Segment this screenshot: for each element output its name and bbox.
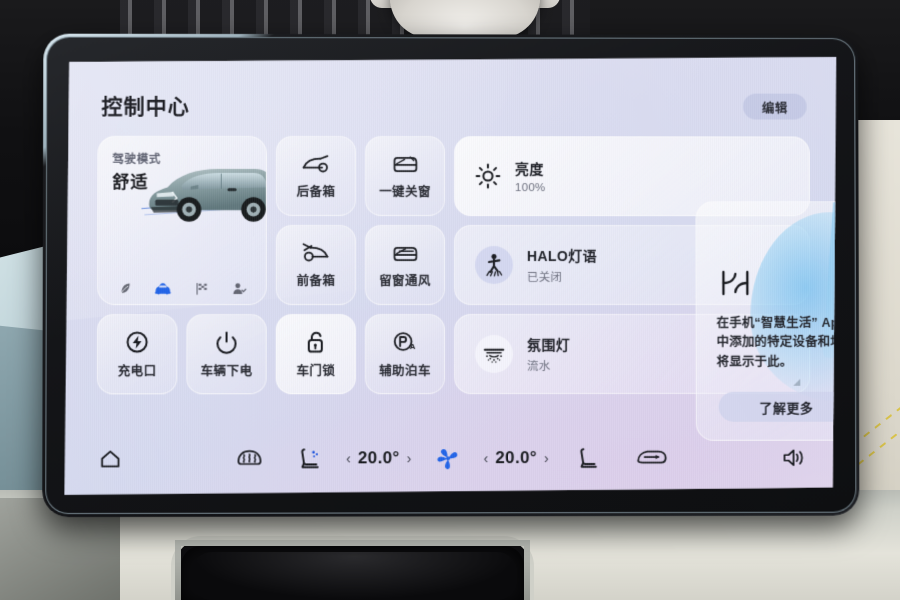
driving-mode-selector[interactable] [98, 281, 266, 296]
tile-power-off[interactable]: 车辆下电 [186, 314, 266, 394]
fan-icon[interactable] [435, 446, 459, 470]
driver-temperature-control[interactable]: ‹ 20.0° › [346, 448, 411, 468]
ambient-value: 流水 [527, 360, 551, 373]
tile-trunk[interactable]: 后备箱 [276, 136, 356, 216]
smart-life-description: 在手机“智慧生活” App 中添加的特定设备和场景将显示于此。 [716, 315, 838, 369]
frunk-icon [301, 241, 331, 263]
ambient-light-icon [482, 343, 506, 365]
smart-life-card[interactable]: 在手机“智慧生活” App 中添加的特定设备和场景将显示于此。 了解更多 [695, 201, 837, 441]
tile-label: 车辆下电 [200, 363, 253, 378]
tile-label: 车门锁 [296, 363, 336, 378]
comfort-car-icon[interactable] [155, 281, 172, 296]
tile-window-vent[interactable]: 留窗通风 [365, 225, 445, 305]
power-icon [214, 330, 238, 354]
tile-label: 辅助泊车 [379, 363, 431, 378]
halo-icon-background [475, 246, 513, 284]
learn-more-button[interactable]: 了解更多 [719, 392, 838, 422]
car-hero-image [141, 153, 267, 231]
window-vent-icon [391, 241, 419, 263]
driver-seat-climate-icon[interactable] [298, 446, 324, 470]
ambient-icon-background [475, 335, 513, 373]
smart-life-logo [718, 268, 752, 298]
home-icon[interactable] [99, 448, 122, 470]
unlock-icon [305, 330, 327, 354]
edit-button[interactable]: 编辑 [743, 94, 807, 120]
ambient-title: 氛围灯 [526, 336, 571, 353]
driver-temperature-value: 20.0° [357, 448, 400, 468]
passenger-seat-icon[interactable] [575, 446, 601, 470]
tile-close-windows[interactable]: 一键关窗 [365, 136, 445, 216]
tile-label: 后备箱 [296, 184, 336, 199]
tile-label: 充电口 [117, 363, 157, 378]
passenger-temperature-control[interactable]: ‹ 20.0° › [484, 448, 549, 468]
driving-mode-card[interactable]: 驾驶模式 舒适 [97, 136, 267, 305]
park-assist-icon: A [392, 330, 418, 354]
air-recirculation-icon[interactable] [635, 447, 669, 469]
passenger-temp-increase-icon[interactable]: › [544, 450, 549, 466]
svg-text:A: A [410, 342, 416, 351]
tile-label: 一键关窗 [379, 184, 431, 199]
background-cup [390, 0, 540, 38]
custom-user-icon[interactable] [231, 281, 246, 296]
page-title: 控制中心 [101, 95, 190, 119]
charge-bolt-icon [125, 330, 149, 354]
sun-icon [475, 163, 501, 189]
tile-door-lock[interactable]: 车门锁 [276, 314, 356, 394]
tile-charge-port[interactable]: 充电口 [97, 314, 178, 394]
tile-frunk[interactable]: 前备箱 [276, 225, 356, 305]
pedestrian-icon [483, 253, 505, 277]
sport-flag-icon[interactable] [194, 281, 209, 296]
infotainment-display: 控制中心 编辑 驾驶模式 舒适 后备箱 一键关窗 前备箱 留窗通风 充电口 车辆… [42, 33, 860, 518]
halo-value: 已关闭 [526, 271, 563, 284]
window-close-icon [391, 153, 419, 175]
header-bar: 控制中心 编辑 [101, 88, 806, 125]
halo-title: HALO灯语 [526, 247, 597, 264]
screen-surface: 控制中心 编辑 驾驶模式 舒适 后备箱 一键关窗 前备箱 留窗通风 充电口 车辆… [64, 56, 837, 495]
smart-life-decoration [750, 212, 837, 402]
trunk-icon [301, 152, 331, 174]
tile-label: 前备箱 [296, 273, 336, 288]
brightness-title: 亮度 [514, 160, 544, 177]
volume-icon[interactable] [782, 447, 808, 469]
rear-defrost-icon[interactable] [236, 447, 264, 469]
tile-label: 留窗通风 [379, 273, 431, 288]
temp-decrease-icon[interactable]: ‹ [346, 450, 351, 466]
bottom-climate-bar: ‹ 20.0° › ‹ 20.0° › [99, 440, 808, 477]
eco-leaf-icon[interactable] [117, 281, 132, 296]
temp-increase-icon[interactable]: › [407, 450, 412, 466]
tile-park-assist[interactable]: A 辅助泊车 [365, 314, 445, 394]
brightness-value: 100% [514, 181, 546, 194]
control-center-ui: 控制中心 编辑 驾驶模式 舒适 后备箱 一键关窗 前备箱 留窗通风 充电口 车辆… [64, 56, 837, 495]
photo-scene: 控制中心 编辑 驾驶模式 舒适 后备箱 一键关窗 前备箱 留窗通风 充电口 车辆… [0, 0, 900, 600]
passenger-temperature-value: 20.0° [495, 448, 538, 468]
background-air-vent-inner [192, 552, 517, 600]
passenger-temp-decrease-icon[interactable]: ‹ [484, 450, 489, 466]
